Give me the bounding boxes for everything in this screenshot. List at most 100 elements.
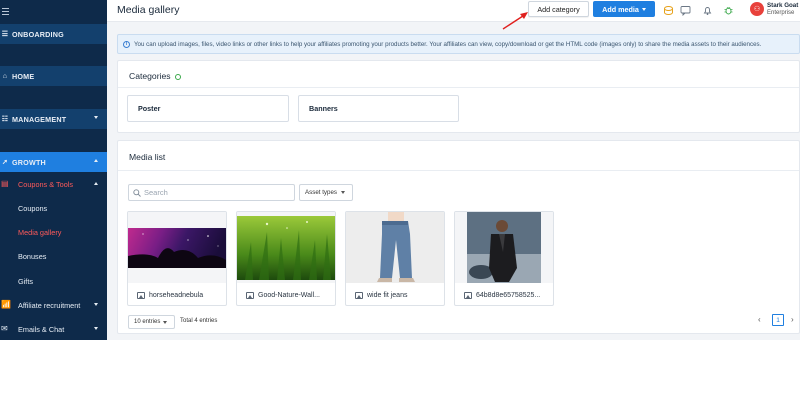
chevron-down-icon xyxy=(94,303,98,306)
category-poster[interactable]: Poster xyxy=(127,95,289,122)
chevron-left-icon[interactable]: ‹ xyxy=(758,315,761,324)
image-icon xyxy=(246,291,254,299)
search-placeholder: Search xyxy=(144,188,168,197)
asset-types-label: Asset types xyxy=(305,189,337,196)
chevron-down-icon xyxy=(163,320,168,324)
coins-icon[interactable] xyxy=(662,4,674,16)
categories-title-text: Categories xyxy=(129,71,171,81)
entries-label: 10 entries xyxy=(134,319,161,325)
sliders-icon: ☷ xyxy=(1,116,9,123)
sidebar-section-label: ONBOARDING xyxy=(12,29,64,39)
sidebar-item-affiliate-recruitment[interactable]: 📶 Affiliate recruitment xyxy=(0,294,107,316)
sidebar-item-label: Coupons xyxy=(18,203,48,213)
total-entries: Total 4 entries xyxy=(180,318,218,324)
image-icon xyxy=(137,291,145,299)
categories-title: Categories xyxy=(129,71,181,81)
sidebar-section-home[interactable]: ⌂ HOME xyxy=(0,66,107,86)
jeans-image xyxy=(346,212,444,283)
sidebar-section-label: HOME xyxy=(12,71,35,81)
media-thumbnail-nebula[interactable] xyxy=(128,212,226,283)
divider xyxy=(118,87,799,88)
category-banners[interactable]: Banners xyxy=(298,95,459,122)
sidebar-item-label: Media gallery xyxy=(18,227,62,237)
media-caption: horseheadnebula xyxy=(128,283,226,305)
ticket-icon: ▤ xyxy=(1,179,9,188)
info-banner: i You can upload images, files, video li… xyxy=(117,34,800,54)
main-content: i You can upload images, files, video li… xyxy=(107,22,800,340)
rocket-icon: ➚ xyxy=(1,159,9,166)
media-card-good-nature[interactable]: Good-Nature-Wall... xyxy=(236,211,336,306)
sidebar-item-label: Coupons & Tools xyxy=(18,179,74,189)
chevron-up-icon xyxy=(94,182,98,185)
info-text: You can upload images, files, video link… xyxy=(134,40,762,48)
sidebar-item-label: Gifts xyxy=(18,276,33,286)
entries-select[interactable]: 10 entries xyxy=(128,315,175,329)
media-name: 64b8d8e65758525... xyxy=(476,291,541,299)
sidebar-top xyxy=(0,0,107,22)
sidebar-item-gifts[interactable]: Gifts xyxy=(0,270,107,292)
media-card-64b8d8[interactable]: 64b8d8e65758525... xyxy=(454,211,554,306)
media-caption: wide fit jeans xyxy=(346,283,444,305)
image-icon xyxy=(464,291,472,299)
app-root: ☰ ONBOARDING ⌂ HOME ☷ MANAGEMENT ➚ GROWT… xyxy=(0,0,800,400)
media-thumbnail-grass[interactable] xyxy=(237,212,335,283)
media-card-wide-fit-jeans[interactable]: wide fit jeans xyxy=(345,211,445,306)
sidebar: ☰ ONBOARDING ⌂ HOME ☷ MANAGEMENT ➚ GROWT… xyxy=(0,0,107,340)
chevron-right-icon[interactable]: › xyxy=(791,315,794,324)
add-category-button[interactable]: Add category xyxy=(528,1,589,17)
media-thumbnail-man-car[interactable] xyxy=(455,212,553,283)
chevron-down-icon xyxy=(94,327,98,330)
media-name: Good-Nature-Wall... xyxy=(258,291,320,299)
media-name: horseheadnebula xyxy=(149,291,204,299)
sidebar-item-label: Bonuses xyxy=(18,251,47,261)
sidebar-section-label: MANAGEMENT xyxy=(12,114,67,124)
add-media-button[interactable]: Add media xyxy=(593,1,655,17)
image-icon xyxy=(355,291,363,299)
sidebar-item-label: Emails & Chat xyxy=(18,324,65,334)
chat-icon[interactable] xyxy=(679,4,691,16)
chevron-down-icon xyxy=(641,7,646,11)
divider xyxy=(118,170,799,171)
add-media-label: Add media xyxy=(602,4,639,14)
home-icon: ⌂ xyxy=(2,72,8,80)
man-car-image xyxy=(455,212,553,283)
sidebar-item-label: Affiliate recruitment xyxy=(18,300,81,310)
sidebar-section-growth[interactable]: ➚ GROWTH xyxy=(0,152,107,172)
info-icon: i xyxy=(123,40,130,48)
avatar[interactable]: ⚇ xyxy=(750,2,764,16)
sidebar-item-coupons-tools[interactable]: ▤ Coupons & Tools xyxy=(0,173,107,195)
page-number[interactable]: 1 xyxy=(772,314,784,326)
chart-icon: 📶 xyxy=(1,300,11,309)
sidebar-item-bonuses[interactable]: Bonuses xyxy=(0,245,107,267)
media-caption: Good-Nature-Wall... xyxy=(237,283,335,305)
categories-card: Categories Poster Banners xyxy=(117,60,800,133)
chevron-down-icon xyxy=(94,116,98,119)
chevron-up-icon xyxy=(94,159,98,162)
search-icon xyxy=(133,188,141,197)
nebula-image xyxy=(128,212,226,283)
sidebar-item-coupons[interactable]: Coupons xyxy=(0,197,107,219)
media-list-card: Media list Search Asset types horseheadn… xyxy=(117,140,800,334)
menu-icon[interactable] xyxy=(2,7,9,15)
media-caption: 64b8d8e65758525... xyxy=(455,283,553,305)
list-icon: ☰ xyxy=(1,31,9,38)
bug-icon[interactable] xyxy=(722,4,734,16)
search-input[interactable]: Search xyxy=(128,184,295,201)
mail-icon: ✉ xyxy=(1,324,8,333)
top-header: Media gallery Add category Add media ⚇ S… xyxy=(107,0,800,22)
bell-icon[interactable] xyxy=(701,4,713,16)
user-plan: Enterprise xyxy=(767,10,795,16)
media-thumbnail-jeans[interactable] xyxy=(346,212,444,283)
chevron-down-icon xyxy=(340,191,345,194)
user-name[interactable]: Stark Goat xyxy=(767,2,798,9)
media-card-horseheadnebula[interactable]: horseheadnebula xyxy=(127,211,227,306)
sidebar-section-onboarding[interactable]: ☰ ONBOARDING xyxy=(0,24,107,44)
sidebar-item-emails-chat[interactable]: ✉ Emails & Chat xyxy=(0,318,107,340)
media-list-title: Media list xyxy=(129,152,166,162)
grass-image xyxy=(237,216,335,280)
info-icon xyxy=(174,73,181,80)
sidebar-item-media-gallery[interactable]: Media gallery xyxy=(0,221,107,243)
sidebar-section-management[interactable]: ☷ MANAGEMENT xyxy=(0,109,107,129)
asset-types-select[interactable]: Asset types xyxy=(299,184,353,201)
media-name: wide fit jeans xyxy=(367,291,408,299)
